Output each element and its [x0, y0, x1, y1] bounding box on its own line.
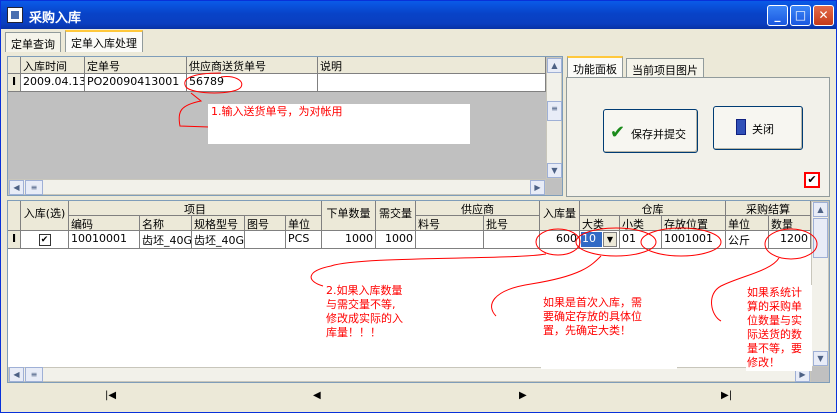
group-header-supplier: 供应商: [416, 201, 540, 216]
note-purchase-qty-line: 如果系统计: [747, 286, 802, 299]
order-grid-vscroll[interactable]: ▲ ≡ ▼: [546, 57, 562, 179]
cell-spec[interactable]: 齿坯_40G: [192, 231, 245, 249]
order-grid-hscroll[interactable]: ◀ ≡ ▶: [8, 179, 546, 195]
option-checkbox[interactable]: ✔: [804, 172, 820, 188]
col-header-name: 名称: [140, 216, 192, 231]
scroll-left-icon[interactable]: ◀: [9, 180, 24, 195]
row-indicator: I: [8, 74, 21, 92]
scroll-up-icon[interactable]: ▲: [547, 58, 562, 73]
row-indicator: I: [8, 231, 21, 249]
note-purchase-qty-line: 算的采购单: [747, 300, 802, 313]
tab-item-picture[interactable]: 当前项目图片: [626, 58, 704, 78]
scroll-thumb[interactable]: ≡: [25, 180, 43, 195]
scroll-right-icon[interactable]: ▶: [530, 180, 545, 195]
row-indicator-header: [8, 201, 21, 231]
note-purchase-qty: 如果系统计 算的采购单 位数量与实 际送货的数 量不等，要 修改！: [746, 285, 812, 371]
note-purchase-qty-line: 位数量与实: [747, 314, 802, 327]
note-warehouse: 如果是首次入库，需 要确定存放的具体位 置，先确定大类！: [541, 294, 677, 369]
row-indicator-header: [8, 57, 21, 74]
note-in-qty-line: 与需交量不等,: [326, 298, 396, 311]
record-navigator: |◀ ◀ ▶ ▶|: [9, 385, 829, 409]
col-header-select: 入库(选): [21, 201, 69, 231]
scroll-thumb[interactable]: ≡: [25, 367, 43, 382]
close-label: 关闭: [752, 123, 774, 136]
save-submit-label: 保存并提交: [631, 128, 686, 141]
app-icon: [7, 7, 23, 23]
tab-function-panel[interactable]: 功能面板: [567, 56, 623, 78]
col-header-stockin-date: 入库时间: [21, 57, 85, 74]
tab-order-stockin[interactable]: 定单入库处理: [65, 30, 143, 52]
note-warehouse-line: 如果是首次入库，需: [543, 296, 642, 309]
function-panel: ✔ 保存并提交 关闭 ✔: [566, 77, 830, 197]
nav-next-button[interactable]: ▶: [519, 390, 527, 401]
group-header-purchase: 采购结算: [726, 201, 811, 216]
col-header-drawing: 图号: [245, 216, 286, 231]
col-header-code: 编码: [69, 216, 140, 231]
group-header-item: 项目: [69, 201, 322, 216]
scroll-up-icon[interactable]: ▲: [813, 202, 828, 217]
note-purchase-qty-line: 修改！: [747, 356, 780, 369]
note-purchase-qty-line: 际送货的数: [747, 328, 802, 341]
tab-order-query[interactable]: 定单查询: [5, 32, 61, 52]
cell-remark[interactable]: [318, 74, 546, 92]
note-purchase-qty-line: 量不等，要: [747, 342, 802, 355]
nav-first-button[interactable]: |◀: [105, 390, 116, 401]
cell-code[interactable]: 10010001: [69, 231, 140, 249]
group-header-warehouse: 仓库: [580, 201, 726, 216]
nav-prev-button[interactable]: ◀: [313, 390, 321, 401]
cell-select[interactable]: ✔: [21, 231, 69, 249]
maximize-button[interactable]: □: [790, 5, 811, 26]
scroll-left-icon[interactable]: ◀: [9, 367, 24, 382]
select-checkbox[interactable]: ✔: [38, 234, 51, 246]
note-in-qty-line: 2.如果入库数量: [326, 284, 403, 297]
note-in-qty-line: 库量！！！: [326, 326, 381, 339]
cell-drawing[interactable]: [245, 231, 286, 249]
window-title: 采购入库: [29, 11, 82, 26]
scroll-down-icon[interactable]: ▼: [547, 163, 562, 178]
note-in-qty-line: 修改成实际的入: [326, 312, 403, 325]
save-submit-button[interactable]: ✔ 保存并提交: [603, 109, 698, 153]
col-header-spec: 规格型号: [192, 216, 245, 231]
note-warehouse-line: 置，先确定大类！: [543, 324, 631, 337]
checkmark-icon: ✔: [610, 122, 626, 143]
note-in-qty: 2.如果入库数量 与需交量不等, 修改成实际的入 库量！！！: [326, 284, 430, 344]
note-warehouse-line: 要确定存放的具体位: [543, 310, 642, 323]
minimize-button[interactable]: _: [767, 5, 788, 26]
col-header-remark: 说明: [318, 57, 546, 74]
scroll-thumb[interactable]: ≡: [547, 101, 562, 121]
app-window: 采购入库 _ □ ✕ 定单查询 定单入库处理 入库时间 定单号 供应商送货单号 …: [0, 0, 837, 413]
cell-name[interactable]: 齿坯_40G: [140, 231, 192, 249]
scroll-down-icon[interactable]: ▼: [813, 351, 828, 366]
nav-last-button[interactable]: ▶|: [721, 390, 732, 401]
note-supplier-no: 1.输入送货单号，为对帐用: [208, 104, 470, 144]
door-exit-icon: [736, 119, 746, 135]
close-window-button[interactable]: ✕: [813, 5, 834, 26]
cell-stockin-date[interactable]: 2009.04.13: [21, 74, 85, 92]
title-bar[interactable]: 采购入库 _ □ ✕: [1, 1, 836, 29]
close-button[interactable]: 关闭: [713, 106, 803, 150]
detail-grid-hscroll[interactable]: ◀ ≡ ▶: [8, 367, 811, 382]
